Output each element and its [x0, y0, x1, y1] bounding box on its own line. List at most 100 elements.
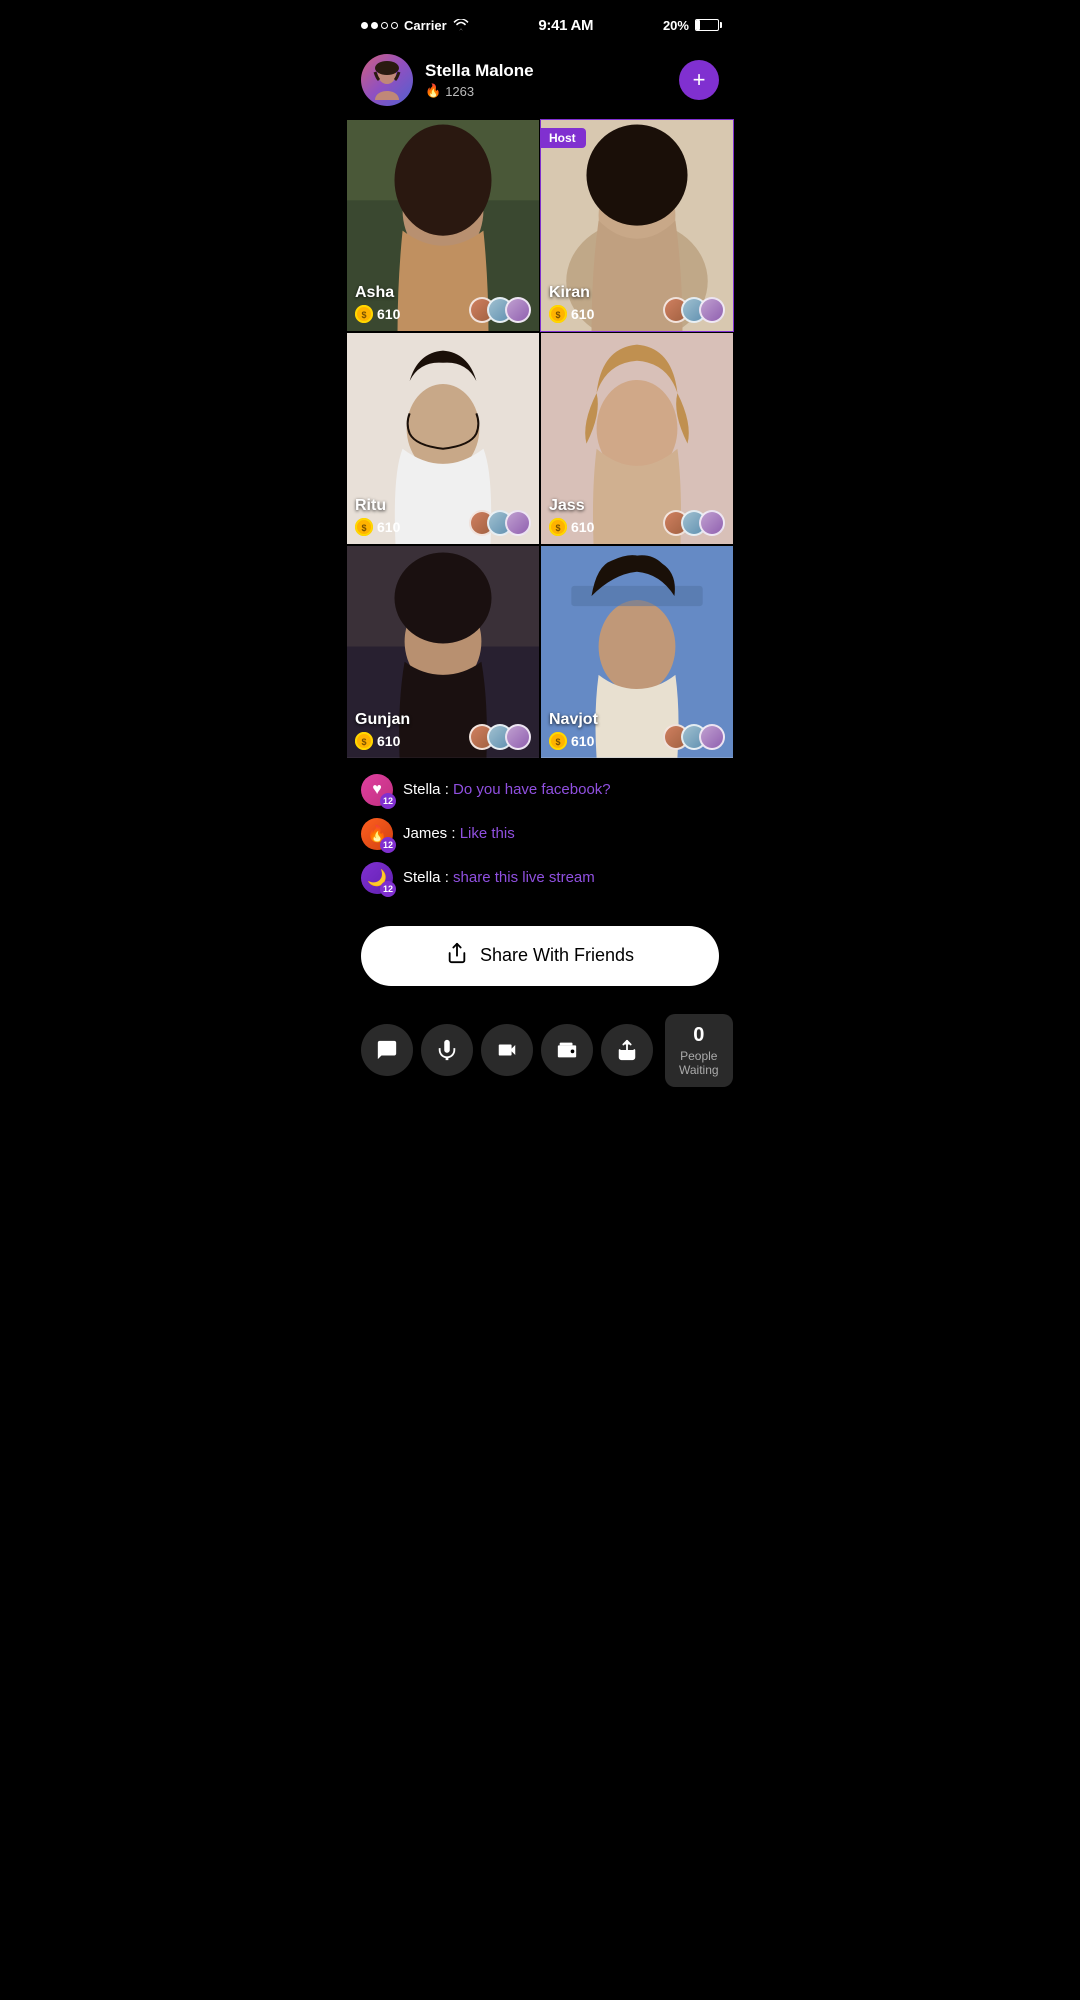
- stack-avatar-j3: [699, 510, 725, 536]
- svg-text:$: $: [361, 310, 366, 320]
- cell-name-asha: Asha: [355, 284, 400, 302]
- coin-value-ritu: 610: [377, 519, 400, 535]
- share-bottom-button[interactable]: [601, 1024, 653, 1076]
- video-cell-kiran[interactable]: Host Kiran $ 610: [541, 120, 733, 331]
- battery-icon: [695, 19, 719, 31]
- stack-avatar-g3: [505, 724, 531, 750]
- cell-name-kiran: Kiran: [549, 284, 594, 302]
- video-cell-navjot[interactable]: Navjot $ 610: [541, 546, 733, 757]
- chat-sender-3: Stella :: [403, 869, 453, 886]
- avatar-stack-kiran: [663, 297, 725, 323]
- svg-text:$: $: [555, 737, 560, 747]
- cell-info-gunjan: Gunjan $ 610: [355, 711, 410, 750]
- video-cell-jass[interactable]: Jass $ 610: [541, 333, 733, 544]
- cell-bottom-navjot: Navjot $ 610: [549, 711, 725, 750]
- coin-icon-ritu: $: [355, 518, 373, 536]
- battery-percent: 20%: [663, 18, 689, 33]
- cell-name-jass: Jass: [549, 497, 594, 515]
- cell-bottom-jass: Jass $ 610: [549, 497, 725, 536]
- video-cell-asha[interactable]: Asha $ 610: [347, 120, 539, 331]
- chat-button[interactable]: [361, 1024, 413, 1076]
- video-cell-ritu[interactable]: Ritu $ 610: [347, 333, 539, 544]
- microphone-button[interactable]: [421, 1024, 473, 1076]
- avatar-stack-ritu: [469, 510, 531, 536]
- svg-text:$: $: [361, 737, 366, 747]
- signal-indicator: [361, 22, 398, 29]
- video-cell-gunjan[interactable]: Gunjan $ 610: [347, 546, 539, 757]
- avatar-stack-navjot: [663, 724, 725, 750]
- people-waiting-count: 0: [679, 1024, 719, 1047]
- stack-avatar-r3: [505, 510, 531, 536]
- status-bar: Carrier 9:41 AM 20%: [345, 0, 735, 44]
- avatar-stack-jass: [663, 510, 725, 536]
- profile-header: Stella Malone 🔥 1263 +: [345, 44, 735, 120]
- people-waiting-label: People Waiting: [679, 1049, 719, 1077]
- cell-coins-ritu: $ 610: [355, 518, 400, 536]
- chat-message-3: 🌙 12 Stella : share this live stream: [361, 862, 719, 894]
- cell-name-navjot: Navjot: [549, 711, 598, 729]
- signal-dot-3: [381, 22, 388, 29]
- cell-info-kiran: Kiran $ 610: [549, 284, 594, 323]
- bottom-bar: 0 People Waiting: [345, 1002, 735, 1107]
- cell-info-navjot: Navjot $ 610: [549, 711, 598, 750]
- chat-message-text-3: share this live stream: [453, 869, 595, 886]
- profile-score: 🔥 1263: [425, 83, 667, 99]
- cell-bottom-asha: Asha $ 610: [355, 284, 531, 323]
- wallet-icon: [556, 1039, 578, 1061]
- host-badge: Host: [541, 128, 586, 148]
- cell-name-gunjan: Gunjan: [355, 711, 410, 729]
- coin-icon-asha: $: [355, 305, 373, 323]
- stack-avatar-k3: [699, 297, 725, 323]
- coin-icon-navjot: $: [549, 732, 567, 750]
- carrier-label: Carrier: [404, 18, 447, 33]
- share-with-friends-button[interactable]: Share With Friends: [361, 926, 719, 986]
- chat-message-text-1: Do you have facebook?: [453, 781, 611, 798]
- chat-message-1: ♥ 12 Stella : Do you have facebook?: [361, 774, 719, 806]
- chat-message-2: 🔥 12 James : Like this: [361, 818, 719, 850]
- chat-sender-2: James :: [403, 825, 460, 842]
- profile-name: Stella Malone: [425, 61, 667, 81]
- coin-icon-jass: $: [549, 518, 567, 536]
- share-button-label: Share With Friends: [480, 945, 634, 966]
- avatar-stack-gunjan: [469, 724, 531, 750]
- coin-value-asha: 610: [377, 306, 400, 322]
- cell-coins-jass: $ 610: [549, 518, 594, 536]
- cell-bottom-kiran: Kiran $ 610: [549, 284, 725, 323]
- add-button[interactable]: +: [679, 60, 719, 100]
- camera-icon: [496, 1039, 518, 1061]
- chat-icon: [376, 1039, 398, 1061]
- chat-badge-3: 12: [380, 881, 396, 897]
- signal-dot-2: [371, 22, 378, 29]
- people-waiting-panel: 0 People Waiting: [665, 1014, 733, 1087]
- video-grid: Asha $ 610 Host: [345, 120, 735, 758]
- chat-badge-2: 12: [380, 837, 396, 853]
- cell-name-ritu: Ritu: [355, 497, 400, 515]
- stack-avatar-n3: [699, 724, 725, 750]
- mic-icon: [436, 1039, 458, 1061]
- battery-fill: [696, 20, 700, 30]
- status-left: Carrier: [361, 18, 469, 33]
- chat-section: ♥ 12 Stella : Do you have facebook? 🔥 12…: [345, 758, 735, 918]
- score-value: 1263: [445, 84, 474, 99]
- coin-value-kiran: 610: [571, 306, 594, 322]
- wallet-button[interactable]: [541, 1024, 593, 1076]
- coin-value-gunjan: 610: [377, 733, 400, 749]
- coin-icon-gunjan: $: [355, 732, 373, 750]
- coin-value-jass: 610: [571, 519, 594, 535]
- cell-coins-gunjan: $ 610: [355, 732, 410, 750]
- share-bottom-icon: [616, 1039, 638, 1061]
- chat-sender-1: Stella :: [403, 781, 453, 798]
- signal-dot-1: [361, 22, 368, 29]
- cell-info-ritu: Ritu $ 610: [355, 497, 400, 536]
- cell-info-asha: Asha $ 610: [355, 284, 400, 323]
- coin-icon-kiran: $: [549, 305, 567, 323]
- profile-info: Stella Malone 🔥 1263: [425, 61, 667, 99]
- chat-avatar-badge-3: 🌙 12: [361, 862, 393, 894]
- camera-button[interactable]: [481, 1024, 533, 1076]
- share-icon: [446, 942, 468, 970]
- status-time: 9:41 AM: [538, 17, 593, 34]
- signal-dot-4: [391, 22, 398, 29]
- chat-message-text-2: Like this: [460, 825, 515, 842]
- cell-coins-kiran: $ 610: [549, 305, 594, 323]
- share-section: Share With Friends: [345, 918, 735, 1002]
